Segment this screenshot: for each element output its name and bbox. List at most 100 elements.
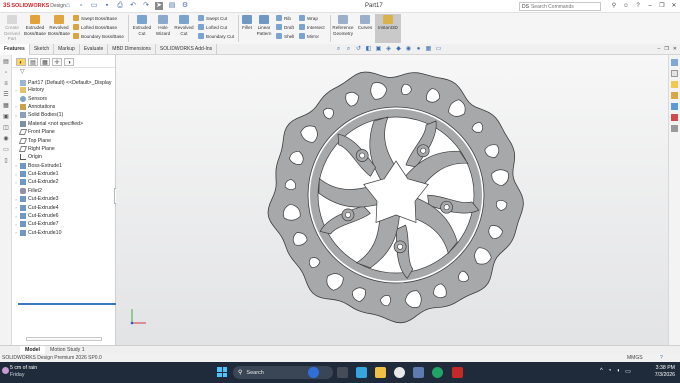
instant3d-button[interactable]: Instant3D (375, 14, 401, 43)
extruded-boss-button[interactable]: Extruded Boss/Base (24, 15, 46, 36)
cube-icon[interactable]: ◫ (2, 124, 10, 132)
tray-chevron-icon[interactable]: ^ (600, 368, 603, 375)
edge-browser-icon[interactable] (356, 367, 367, 378)
horizontal-scrollbar[interactable] (26, 337, 102, 341)
revolved-cut-button[interactable]: Revolved Cut (174, 15, 194, 36)
fillet-button[interactable]: Fillet (240, 15, 254, 31)
list-icon[interactable]: ☰ (2, 91, 10, 99)
restore-icon[interactable]: ❐ (656, 1, 668, 12)
part-model[interactable] (116, 55, 668, 345)
save-icon[interactable]: ▪ (103, 2, 111, 10)
search-commands-input[interactable] (530, 3, 591, 10)
lofted-cut-button[interactable]: Lofted Cut (198, 24, 227, 30)
tab-features[interactable]: Features (0, 44, 30, 55)
minimize-icon[interactable]: – (644, 1, 656, 12)
hide-show-items-icon[interactable]: ◉ (405, 45, 412, 53)
tree-item-cut-extrude7[interactable]: › Cut-Extrude7 (12, 220, 116, 228)
tree-item-cut-extrude10[interactable]: › Cut-Extrude10 (12, 229, 116, 237)
weather-icon[interactable] (2, 367, 9, 374)
tab-sketch[interactable]: Sketch (30, 44, 55, 55)
solidworks-resources-icon[interactable] (671, 59, 678, 66)
custom-properties-icon[interactable] (671, 114, 678, 121)
help-icon[interactable]: ? (632, 1, 644, 12)
folder-icon[interactable]: ▭ (2, 146, 10, 154)
battery-icon[interactable]: ▭ (625, 368, 631, 375)
tree-item-sensors[interactable]: Sensors (12, 94, 116, 102)
rebuild-icon[interactable]: ▤ (168, 2, 176, 10)
search-commands[interactable]: DS (519, 2, 601, 11)
tree-item-history[interactable]: › History (12, 86, 116, 94)
expand-icon[interactable]: › (12, 197, 20, 202)
expand-icon[interactable]: › (12, 205, 20, 210)
doc-close-icon[interactable]: ✕ (673, 46, 677, 52)
tab-evaluate[interactable]: Evaluate (80, 44, 109, 55)
curves-button[interactable]: Curves (356, 15, 374, 31)
document-icon[interactable]: ▯ (2, 157, 10, 165)
expand-icon[interactable]: › (12, 214, 20, 219)
configuration-manager-tab-icon[interactable]: ▦ (40, 58, 50, 66)
reference-geometry-button[interactable]: Reference Geometry (332, 15, 354, 36)
revolved-boss-button[interactable]: Revolved Boss/Base (48, 15, 70, 36)
speaker-icon[interactable]: ◖ (616, 368, 620, 375)
tree-item-fillet2[interactable]: Fillet2 (12, 187, 116, 195)
feature-manager-tab-icon[interactable]: ◐ (16, 58, 26, 66)
zoom-to-fit-icon[interactable]: ⌕ (335, 45, 342, 53)
expand-icon[interactable]: › (12, 163, 20, 168)
solidworks-logo[interactable]: 3S SOLIDWORKS Design (0, 3, 66, 9)
layers-icon[interactable]: ▤ (2, 58, 10, 66)
dynamic-annotation-icon[interactable]: ▣ (375, 45, 382, 53)
record-icon[interactable]: ◉ (2, 135, 10, 143)
solidworks-taskbar-icon[interactable] (452, 367, 463, 378)
tree-item-cut-extrude6[interactable]: › Cut-Extrude6 (12, 212, 116, 220)
create-derived-part-button[interactable]: Create Derived Part (2, 15, 22, 42)
home-icon[interactable]: ⌂ (64, 2, 72, 10)
solidworks-forum-icon[interactable] (671, 125, 678, 132)
display-style-icon[interactable]: ◆ (395, 45, 402, 53)
chrome-icon[interactable] (394, 367, 405, 378)
tab-markup[interactable]: Markup (54, 44, 80, 55)
wrap-button[interactable]: Wrap (299, 15, 318, 21)
windows-start-icon[interactable] (217, 367, 227, 377)
tree-item-front-plane[interactable]: Front Plane (12, 128, 116, 136)
mirror-button[interactable]: Mirror (299, 33, 319, 39)
design-library-icon[interactable] (671, 70, 678, 77)
tree-item-boss-extrude1[interactable]: › Boss-Extrude1 (12, 162, 116, 170)
redo-icon[interactable]: ↷ (142, 2, 150, 10)
boundary-cut-button[interactable]: Boundary Cut (198, 33, 234, 39)
tree-item-cut-extrude4[interactable]: › Cut-Extrude4 (12, 203, 116, 211)
store-icon[interactable] (413, 367, 424, 378)
file-explorer-icon[interactable] (375, 367, 386, 378)
intersect-button[interactable]: Intersect (299, 24, 325, 30)
rib-button[interactable]: Rib (276, 15, 291, 21)
display-manager-tab-icon[interactable]: ◑ (64, 58, 74, 66)
doc-restore-icon[interactable]: ❐ (664, 46, 668, 52)
view-settings-icon[interactable]: ▭ (435, 45, 442, 53)
tab-mbd-dimensions[interactable]: MBD Dimensions (108, 44, 156, 55)
tab-solidworks-add-ins[interactable]: SOLIDWORKS Add-Ins (156, 44, 218, 55)
app-icon[interactable] (432, 367, 443, 378)
dimxpert-tab-icon[interactable]: ✛ (52, 58, 62, 66)
tree-item-annotations[interactable]: › Annotations (12, 103, 116, 111)
expand-icon[interactable]: › (12, 104, 20, 109)
apply-scene-icon[interactable]: ▦ (425, 45, 432, 53)
select-pointer-icon[interactable]: ➤ (155, 2, 163, 10)
shell-button[interactable]: Shell (276, 33, 294, 39)
print-icon[interactable]: ⎙ (116, 2, 124, 10)
file-icon[interactable]: ▫ (2, 69, 10, 77)
tree-item-material-not-specified[interactable]: Material <not specified> (12, 120, 116, 128)
undo-icon[interactable]: ↶ (129, 2, 137, 10)
expand-icon[interactable]: › (12, 230, 20, 235)
search-icon[interactable]: ⚲ (608, 1, 620, 12)
rollback-bar[interactable] (18, 303, 116, 305)
tree-item-right-plane[interactable]: Right Plane (12, 145, 116, 153)
tree-item-cut-extrude1[interactable]: › Cut-Extrude1 (12, 170, 116, 178)
section-view-icon[interactable]: ◧ (365, 45, 372, 53)
help-icon[interactable]: ? (660, 354, 663, 362)
property-manager-tab-icon[interactable]: ▤ (28, 58, 38, 66)
display-icon[interactable]: ▣ (2, 113, 10, 121)
tree-item-cut-extrude3[interactable]: › Cut-Extrude3 (12, 195, 116, 203)
tree-item-cut-extrude2[interactable]: › Cut-Extrude2 (12, 178, 116, 186)
expand-icon[interactable]: › (12, 113, 20, 118)
graphics-area[interactable] (116, 55, 668, 345)
copilot-icon[interactable] (308, 367, 319, 378)
